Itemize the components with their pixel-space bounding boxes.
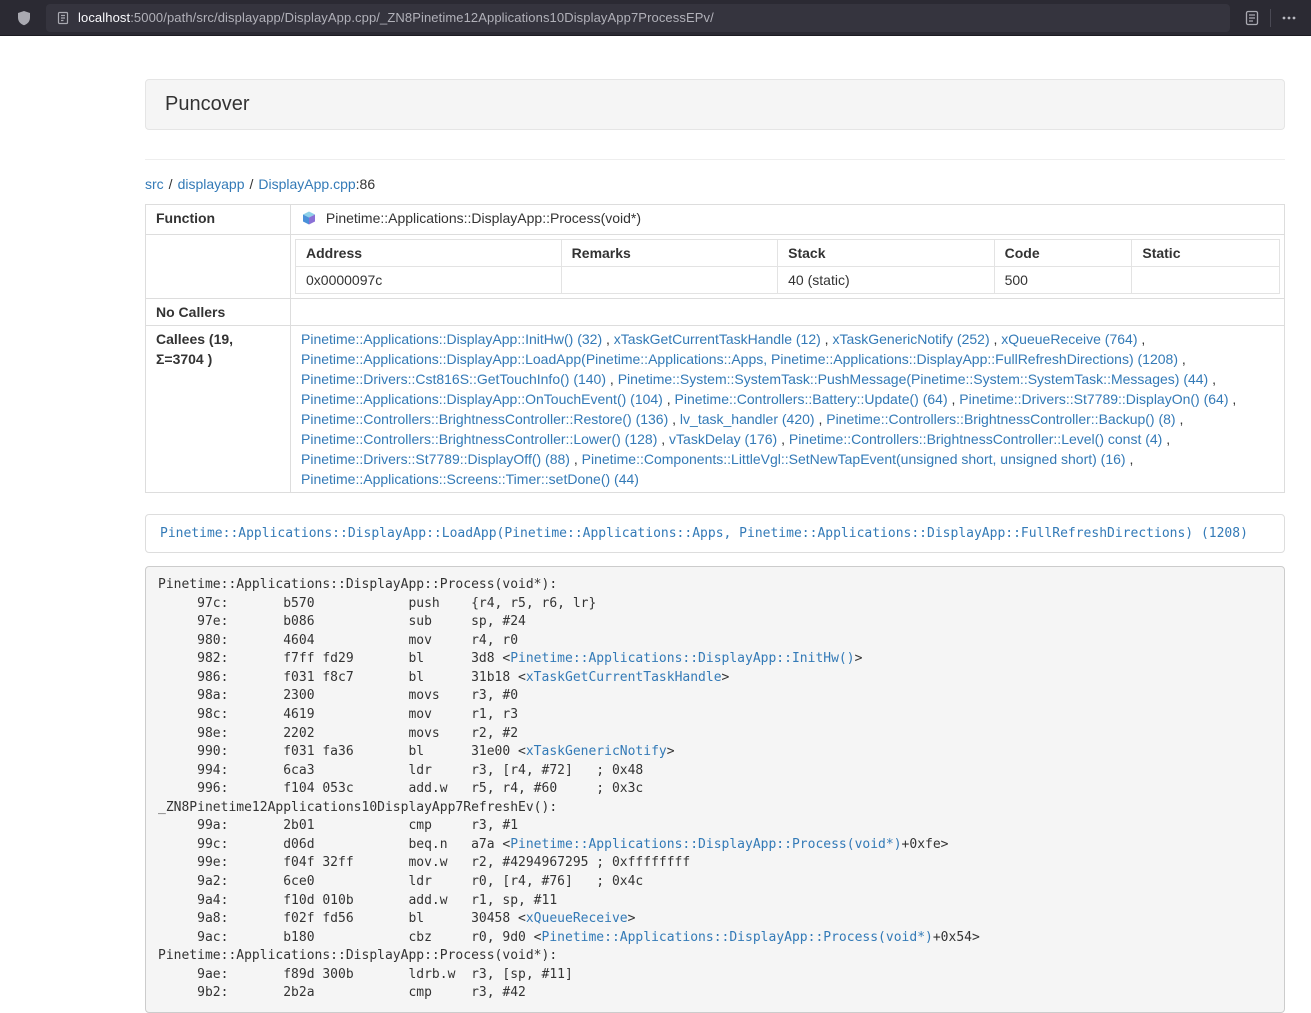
callee-separator: , xyxy=(777,431,789,447)
address-value: 0x0000097c xyxy=(296,267,562,294)
function-row-label: Function xyxy=(146,205,291,235)
metrics-value-row: 0x0000097c 40 (static) 500 xyxy=(296,267,1280,294)
callee-separator: , xyxy=(948,391,960,407)
disasm-symbol-link[interactable]: Pinetime::Applications::DisplayApp::Proc… xyxy=(542,930,933,945)
callees-label: Callees (19, Σ=3704 ) xyxy=(146,326,291,493)
disasm-symbol-link[interactable]: Pinetime::Applications::DisplayApp::Proc… xyxy=(510,837,901,852)
breadcrumb-line-number: :86 xyxy=(356,176,375,192)
callee-separator: , xyxy=(1137,331,1145,347)
column-header-code: Code xyxy=(994,240,1132,267)
callee-separator: , xyxy=(663,391,675,407)
function-name-cell: Pinetime::Applications::DisplayApp::Proc… xyxy=(291,205,1285,235)
disassembly-block: Pinetime::Applications::DisplayApp::Proc… xyxy=(145,566,1285,1013)
callee-link[interactable]: Pinetime::Applications::DisplayApp::Init… xyxy=(301,331,602,347)
column-header-static: Static xyxy=(1132,240,1280,267)
function-name: Pinetime::Applications::DisplayApp::Proc… xyxy=(326,210,641,226)
selected-symbol-link[interactable]: Pinetime::Applications::DisplayApp::Load… xyxy=(160,526,1248,541)
page-title: Puncover xyxy=(165,93,250,115)
callee-separator: , xyxy=(602,331,614,347)
callee-link[interactable]: lv_task_handler (420) xyxy=(680,411,815,427)
callee-link[interactable]: Pinetime::Controllers::BrightnessControl… xyxy=(301,431,657,447)
callee-separator: , xyxy=(815,411,827,427)
column-header-remarks: Remarks xyxy=(561,240,777,267)
disasm-symbol-link[interactable]: xTaskGetCurrentTaskHandle xyxy=(526,670,722,685)
reader-view-icon[interactable] xyxy=(1244,10,1260,26)
metrics-table: Address Remarks Stack Code Static 0x0000… xyxy=(295,239,1280,294)
more-menu-icon[interactable] xyxy=(1281,10,1297,26)
breadcrumb-link[interactable]: src xyxy=(145,176,164,192)
callee-link[interactable]: vTaskDelay (176) xyxy=(669,431,777,447)
callee-link[interactable]: Pinetime::Components::LittleVgl::SetNewT… xyxy=(582,451,1126,467)
column-header-address: Address xyxy=(296,240,562,267)
callee-separator: , xyxy=(657,431,669,447)
url-text: localhost:5000/path/src/displayapp/Displ… xyxy=(78,10,714,25)
callee-link[interactable]: Pinetime::Controllers::Battery::Update()… xyxy=(675,391,948,407)
stack-value: 40 (static) xyxy=(778,267,994,294)
callee-separator: , xyxy=(1178,351,1186,367)
callee-separator: , xyxy=(821,331,833,347)
no-callers-cell xyxy=(291,299,1285,326)
callee-link[interactable]: Pinetime::Controllers::BrightnessControl… xyxy=(789,431,1162,447)
app-title-banner: Puncover xyxy=(145,79,1285,130)
callee-link[interactable]: xTaskGenericNotify (252) xyxy=(832,331,989,347)
callee-separator: , xyxy=(1208,371,1216,387)
toolbar-divider xyxy=(1270,9,1271,27)
callee-link[interactable]: Pinetime::Drivers::Cst816S::GetTouchInfo… xyxy=(301,371,606,387)
no-callers-label: No Callers xyxy=(146,299,291,326)
metrics-header-row: Address Remarks Stack Code Static xyxy=(296,240,1280,267)
function-table: Function Pinetime::Applications::Display… xyxy=(145,204,1285,493)
callee-link[interactable]: Pinetime::Controllers::BrightnessControl… xyxy=(826,411,1175,427)
callee-separator: , xyxy=(990,331,1002,347)
breadcrumb-link[interactable]: DisplayApp.cpp xyxy=(258,176,355,192)
section-divider xyxy=(145,159,1285,160)
url-host: localhost xyxy=(78,10,130,25)
metrics-row-spacer xyxy=(146,235,291,299)
remarks-value xyxy=(561,267,777,294)
url-path: :5000/path/src/displayapp/DisplayApp.cpp… xyxy=(130,10,714,25)
callee-separator: , xyxy=(606,371,618,387)
disasm-symbol-link[interactable]: Pinetime::Applications::DisplayApp::Init… xyxy=(510,651,854,666)
metrics-row: Address Remarks Stack Code Static 0x0000… xyxy=(146,235,1285,299)
callee-separator: , xyxy=(570,451,582,467)
callee-separator: , xyxy=(668,411,680,427)
callee-separator: , xyxy=(1162,431,1170,447)
method-icon xyxy=(301,210,317,231)
browser-chrome: localhost:5000/path/src/displayapp/Displ… xyxy=(0,0,1311,36)
callees-list: Pinetime::Applications::DisplayApp::Init… xyxy=(291,326,1285,493)
breadcrumb: src/displayapp/DisplayApp.cpp:86 xyxy=(145,176,1285,192)
callee-separator: , xyxy=(1126,451,1134,467)
callee-link[interactable]: Pinetime::Applications::Screens::Timer::… xyxy=(301,471,639,487)
breadcrumb-separator: / xyxy=(250,176,254,192)
static-value xyxy=(1132,267,1280,294)
page-info-icon[interactable] xyxy=(56,11,70,25)
callee-link[interactable]: xQueueReceive (764) xyxy=(1001,331,1137,347)
callee-separator: , xyxy=(1176,411,1184,427)
callee-link[interactable]: Pinetime::Applications::DisplayApp::OnTo… xyxy=(301,391,663,407)
callee-link[interactable]: Pinetime::Drivers::St7789::DisplayOn() (… xyxy=(959,391,1228,407)
disasm-symbol-link[interactable]: xQueueReceive xyxy=(526,911,628,926)
selected-symbol-panel: Pinetime::Applications::DisplayApp::Load… xyxy=(145,514,1285,553)
shield-icon[interactable] xyxy=(16,10,32,26)
breadcrumb-separator: / xyxy=(169,176,173,192)
metrics-cell: Address Remarks Stack Code Static 0x0000… xyxy=(291,235,1285,299)
callee-link[interactable]: Pinetime::System::SystemTask::PushMessag… xyxy=(618,371,1209,387)
callee-link[interactable]: Pinetime::Applications::DisplayApp::Load… xyxy=(301,351,1178,367)
breadcrumb-link[interactable]: displayapp xyxy=(178,176,245,192)
callee-link[interactable]: Pinetime::Drivers::St7789::DisplayOff() … xyxy=(301,451,570,467)
callee-link[interactable]: Pinetime::Controllers::BrightnessControl… xyxy=(301,411,668,427)
page-content: Puncover src/displayapp/DisplayApp.cpp:8… xyxy=(0,36,1311,1013)
code-value: 500 xyxy=(994,267,1132,294)
callee-link[interactable]: xTaskGetCurrentTaskHandle (12) xyxy=(614,331,821,347)
column-header-stack: Stack xyxy=(778,240,994,267)
no-callers-row: No Callers xyxy=(146,299,1285,326)
callees-row: Callees (19, Σ=3704 ) Pinetime::Applicat… xyxy=(146,326,1285,493)
url-bar[interactable]: localhost:5000/path/src/displayapp/Displ… xyxy=(46,4,1230,32)
callee-separator: , xyxy=(1229,391,1237,407)
disasm-symbol-link[interactable]: xTaskGenericNotify xyxy=(526,744,667,759)
function-row: Function Pinetime::Applications::Display… xyxy=(146,205,1285,235)
